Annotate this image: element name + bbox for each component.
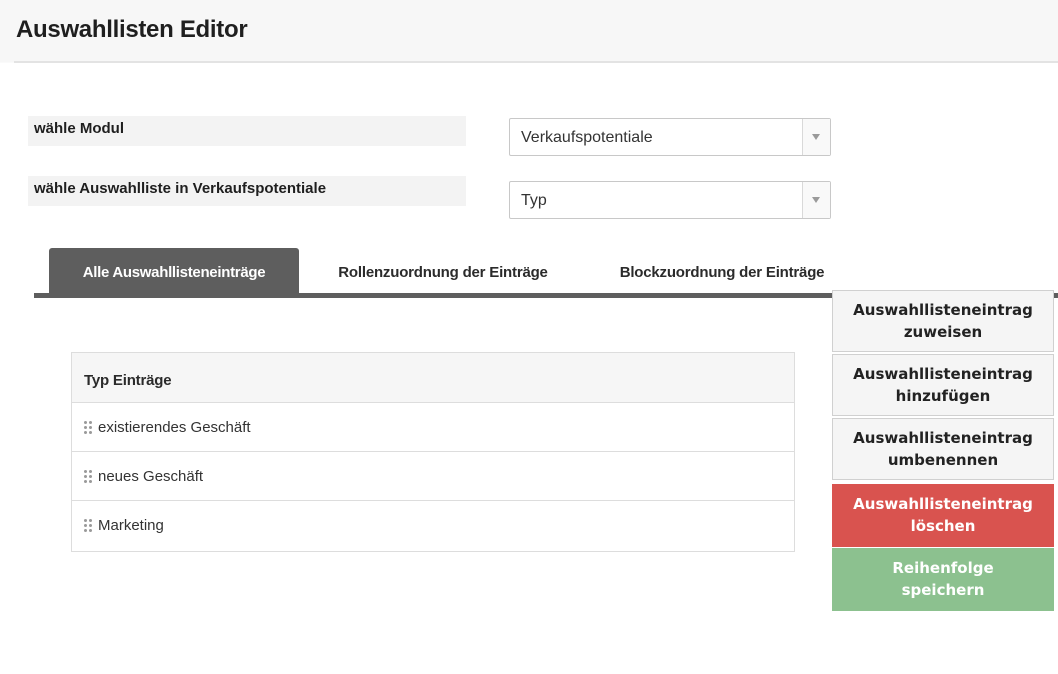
delete-entry-button[interactable]: Auswahllisteneintrag löschen — [832, 484, 1054, 547]
chevron-down-icon — [812, 197, 820, 203]
table-header-label: Typ Einträge — [84, 372, 172, 389]
tab-role-assignment[interactable]: Rollenzuordnung der Einträge — [320, 248, 566, 295]
table-row[interactable]: existierendes Geschäft — [72, 403, 794, 452]
delete-entry-button-line2: löschen — [910, 517, 976, 535]
entries-table: Typ Einträge existierendes Geschäft neue… — [71, 352, 795, 552]
chevron-down-icon — [812, 134, 820, 140]
tab-all-entries[interactable]: Alle Auswahllisteneinträge — [49, 248, 299, 295]
rename-entry-button-line2: umbenennen — [887, 451, 999, 469]
add-entry-button[interactable]: Auswahllisteneintrag hinzufügen — [832, 354, 1054, 416]
drag-handle-icon[interactable] — [84, 519, 92, 533]
table-header: Typ Einträge — [72, 353, 794, 403]
list-select-value: Typ — [521, 192, 547, 209]
assign-entry-button-line1: Auswahllisteneintrag — [853, 301, 1033, 319]
module-select[interactable]: Verkaufspotentiale — [509, 118, 831, 156]
module-label: wähle Modul — [28, 116, 466, 146]
list-select[interactable]: Typ — [509, 181, 831, 219]
table-row[interactable]: neues Geschäft — [72, 452, 794, 501]
drag-handle-icon[interactable] — [84, 470, 92, 484]
rename-entry-button-line1: Auswahllisteneintrag — [853, 429, 1033, 447]
list-select-toggle[interactable] — [802, 182, 830, 218]
save-order-button-line1: Reihenfolge — [892, 559, 994, 577]
save-order-button-line2: speichern — [901, 581, 985, 599]
module-select-toggle[interactable] — [802, 119, 830, 155]
drag-handle-icon[interactable] — [84, 421, 92, 435]
delete-entry-button-line1: Auswahllisteneintrag — [853, 495, 1033, 513]
assign-entry-button-line2: zuweisen — [903, 323, 983, 341]
table-row[interactable]: Marketing — [72, 501, 794, 550]
list-label: wähle Auswahlliste in Verkaufspotentiale — [28, 176, 466, 206]
add-entry-button-line2: hinzufügen — [895, 387, 991, 405]
add-entry-button-line1: Auswahllisteneintrag — [853, 365, 1033, 383]
assign-entry-button[interactable]: Auswahllisteneintrag zuweisen — [832, 290, 1054, 352]
row-label: Marketing — [98, 517, 164, 534]
row-label: existierendes Geschäft — [98, 419, 251, 436]
tab-block-assignment[interactable]: Blockzuordnung der Einträge — [602, 248, 842, 295]
module-select-value: Verkaufspotentiale — [521, 129, 653, 146]
rename-entry-button[interactable]: Auswahllisteneintrag umbenennen — [832, 418, 1054, 480]
page-header: Auswahllisten Editor — [0, 0, 1058, 63]
page-title: Auswahllisten Editor — [16, 16, 248, 43]
save-order-button[interactable]: Reihenfolge speichern — [832, 548, 1054, 611]
page: Auswahllisten Editor wähle Modul Verkauf… — [0, 0, 1058, 674]
row-label: neues Geschäft — [98, 468, 204, 485]
